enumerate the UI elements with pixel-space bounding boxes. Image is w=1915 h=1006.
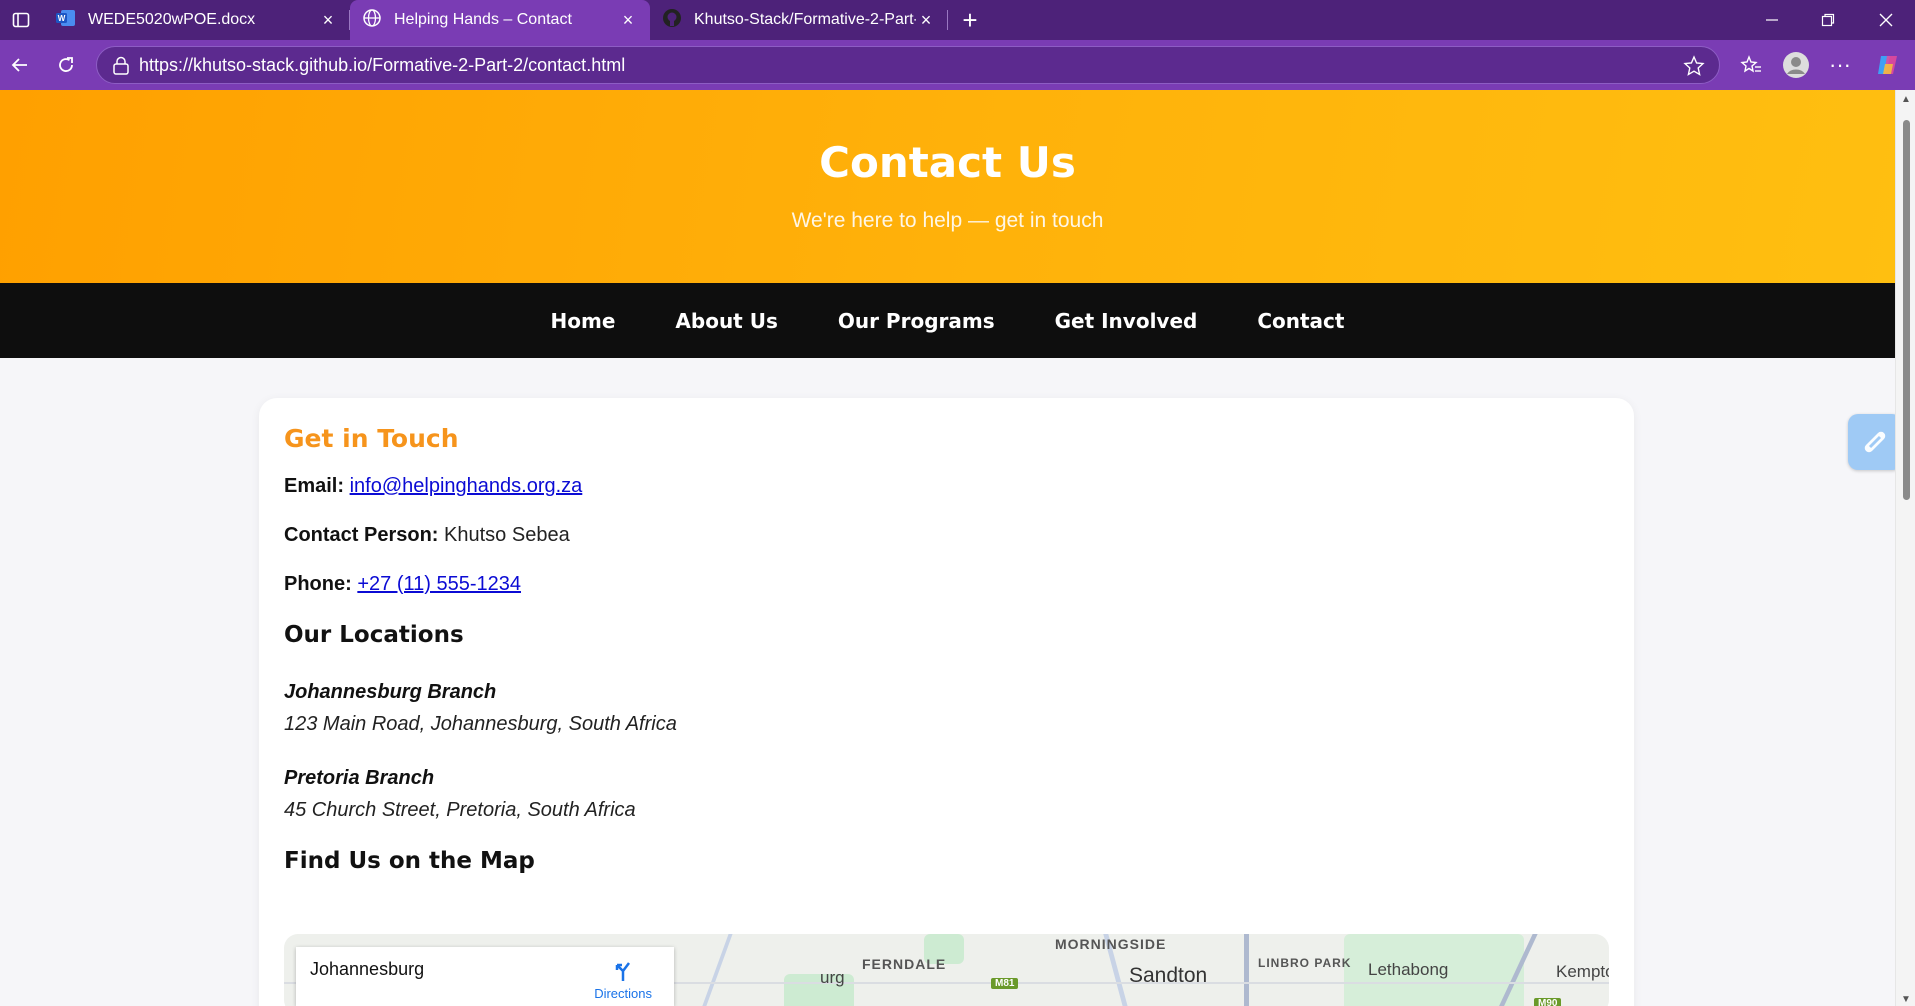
close-window-icon[interactable] [1858,0,1914,40]
sidebar-extension-button[interactable] [1848,414,1902,470]
map-road [1244,934,1249,1006]
nav-contact[interactable]: Contact [1227,309,1374,333]
phone-link[interactable]: +27 (11) 555-1234 [357,573,521,595]
copilot-icon[interactable] [1872,49,1904,81]
tab-title: Khutso-Stack/Formative-2-Part-2: [694,11,916,28]
hero-header: Contact Us We're here to help — get in t… [0,90,1895,283]
favorites-icon[interactable] [1735,49,1767,81]
map-label-morningside: MORNINGSIDE [1055,936,1167,952]
tab-github[interactable]: Khutso-Stack/Formative-2-Part-2: × [650,0,948,40]
tab-word-doc[interactable]: W WEDE5020wPOE.docx × [44,0,350,40]
scroll-down-icon[interactable]: ▼ [1900,994,1912,1005]
map-label-linbro-park: LINBRO PARK [1258,956,1352,970]
map-route-shield: M90 [1534,998,1562,1006]
back-arrow-icon[interactable] [4,49,36,81]
extension-logo-icon [1864,431,1886,453]
nav-our-programs[interactable]: Our Programs [808,309,1025,333]
page-scrollbar[interactable]: ▲ ▼ [1895,90,1915,1006]
svg-text:W: W [58,14,66,23]
tab-title: WEDE5020wPOE.docx [88,11,256,28]
map-label-ferndale: FERNDALE [862,956,947,972]
branch-name: Johannesburg Branch [284,681,497,703]
tab-title: Helping Hands – Contact [394,11,572,28]
email-link[interactable]: info@helpinghands.org.za [350,475,583,497]
scroll-up-icon[interactable]: ▲ [1900,94,1912,105]
map-city-sandton: Sandton [1129,964,1208,987]
page-subtitle: We're here to help — get in touch [791,209,1104,232]
map-heading: Find Us on the Map [284,848,535,874]
phone-label: Phone: [284,573,352,595]
close-tab-icon[interactable]: × [318,10,338,30]
contact-person-label: Contact Person: [284,524,439,546]
map-place-name: Johannesburg [310,959,425,979]
url-input[interactable]: https://khutso-stack.github.io/Formative… [96,46,1720,84]
favorite-star-icon[interactable] [1683,55,1705,82]
nav-about-us[interactable]: About Us [645,309,807,333]
map-place-card: Johannesburg Directions [296,947,674,1006]
map-city-kempton: Kempto [1556,962,1609,981]
directions-icon [615,962,631,981]
browser-tab-bar: W WEDE5020wPOE.docx × Helping Hands – Co… [0,0,1915,40]
nav-get-involved[interactable]: Get Involved [1025,309,1228,333]
new-tab-icon[interactable]: + [958,5,982,35]
minimize-icon[interactable] [1744,0,1800,40]
contact-person-line: Contact Person: Khutso Sebea [284,524,1609,547]
branch-pretoria: Pretoria Branch 45 Church Street, Pretor… [284,762,1609,826]
directions-label: Directions [594,986,652,1001]
close-tab-icon[interactable]: × [618,10,638,30]
branch-johannesburg: Johannesburg Branch 123 Main Road, Johan… [284,676,1609,740]
globe-icon [362,8,382,33]
page-viewport: Contact Us We're here to help — get in t… [0,90,1895,1006]
profile-avatar-icon[interactable] [1780,49,1812,81]
branch-address: 123 Main Road, Johannesburg, South Afric… [284,713,677,735]
nav-home[interactable]: Home [521,309,646,333]
phone-line: Phone: +27 (11) 555-1234 [284,573,1609,596]
branch-name: Pretoria Branch [284,767,435,789]
refresh-icon[interactable] [50,49,82,81]
directions-button[interactable]: Directions [594,959,652,1001]
browser-toolbar: https://khutso-stack.github.io/Formative… [0,40,1915,90]
restore-icon[interactable] [1800,0,1856,40]
site-info-icon[interactable] [111,56,131,81]
more-options-icon[interactable]: ··· [1824,49,1856,81]
map-road [699,934,733,1006]
map-route-shield: M81 [991,978,1019,989]
contact-card: Get in Touch Email: info@helpinghands.or… [259,398,1634,1006]
url-text: https://khutso-stack.github.io/Formative… [139,54,626,75]
close-tab-icon[interactable]: × [916,10,936,30]
email-label: Email: [284,475,345,497]
map-city-fragment: urg [820,968,845,987]
email-line: Email: info@helpinghands.org.za [284,475,1609,498]
scrollbar-thumb[interactable] [1903,120,1910,500]
github-icon [662,8,682,33]
branch-address: 45 Church Street, Pretoria, South Africa [284,799,636,821]
tab-actions-icon[interactable] [9,8,33,32]
main-nav: Home About Us Our Programs Get Involved … [0,283,1895,358]
locations-heading: Our Locations [284,622,464,648]
page-title: Contact Us [819,138,1076,187]
contact-person-name: Khutso Sebea [444,524,570,546]
word-icon: W [56,9,76,32]
get-in-touch-heading: Get in Touch [284,424,459,453]
map-city-lethabong: Lethabong [1368,960,1449,979]
tab-helping-hands[interactable]: Helping Hands – Contact × [350,0,650,40]
